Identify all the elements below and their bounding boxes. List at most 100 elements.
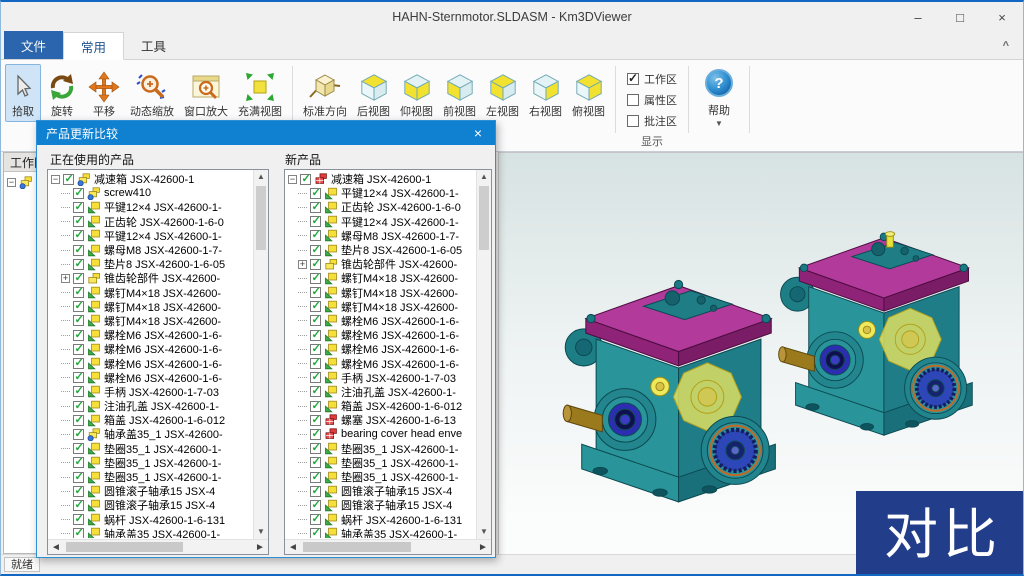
tree-item[interactable]: ✓ 圆锥滚子轴承15 JSX-4 [51, 498, 252, 512]
scrollbar-thumb[interactable] [66, 542, 183, 552]
tool-pan-button[interactable]: 平移 [83, 64, 125, 122]
checkbox[interactable]: ✓ [73, 457, 84, 468]
tree-item[interactable]: ✓ 垫圈35_1 JSX-42600-1- [51, 442, 252, 456]
tool-zoom-window-button[interactable]: 窗口放大 [179, 64, 233, 122]
close-icon[interactable]: × [981, 2, 1023, 32]
tree-item[interactable]: ✓ 螺栓M6 JSX-42600-1-6- [51, 328, 252, 342]
checkbox[interactable]: ✓ [73, 372, 84, 383]
checkbox[interactable]: ✓ [73, 472, 84, 483]
checkbox[interactable]: ✓ [310, 259, 321, 270]
tree-item[interactable]: ✓ 螺钉M4×18 JSX-42600- [288, 286, 475, 300]
checkbox[interactable]: ✓ [310, 457, 321, 468]
tool-cube-right-button[interactable]: 右视图 [524, 64, 567, 122]
tree-item[interactable]: ✓ screw410 [51, 186, 252, 200]
tree-item[interactable]: ✓ 平键12×4 JSX-42600-1- [51, 200, 252, 214]
tree-item[interactable]: ✓ 注油孔盖 JSX-42600-1- [51, 399, 252, 413]
checkbox[interactable]: ✓ [73, 315, 84, 326]
checkbox[interactable]: ✓ [73, 301, 84, 312]
scrollbar-thumb[interactable] [303, 542, 411, 552]
tree-item[interactable]: ✓ 蜗杆 JSX-42600-1-6-131 [51, 513, 252, 527]
tree-item[interactable]: ✓ 螺栓M6 JSX-42600-1-6- [51, 371, 252, 385]
tool-cursor-button[interactable]: 拾取 [5, 64, 41, 122]
checkbox[interactable]: ✓ [73, 202, 84, 213]
checkbox[interactable]: ✓ [310, 330, 321, 341]
tree-item[interactable]: ✓ 平键12×4 JSX-42600-1- [288, 186, 475, 200]
tree-item[interactable]: ✓ 螺塞 JSX-42600-1-6-13 [288, 413, 475, 427]
checkbox[interactable]: ✓ [310, 230, 321, 241]
expander-icon[interactable]: + [61, 274, 70, 283]
dialog-title-bar[interactable]: 产品更新比较 × [37, 121, 495, 145]
scroll-left-icon[interactable]: ◄ [48, 542, 64, 553]
scroll-down-icon[interactable]: ▼ [477, 525, 491, 539]
tree-item[interactable]: ✓ 平键12×4 JSX-42600-1- [51, 229, 252, 243]
checkbox[interactable]: ✓ [73, 344, 84, 355]
gearbox-model-left[interactable] [563, 280, 775, 501]
vertical-scrollbar[interactable]: ▲ ▼ [476, 170, 491, 539]
checkbox[interactable]: ✓ [73, 287, 84, 298]
tree-item[interactable]: −✓ 减速箱 JSX-42600-1 [51, 172, 252, 186]
tree-item[interactable]: ✓ 手柄 JSX-42600-1-7-03 [51, 385, 252, 399]
checkbox[interactable]: ✓ [310, 315, 321, 326]
tree-item[interactable]: ✓ 轴承盖35_1 JSX-42600- [51, 427, 252, 441]
scrollbar-track[interactable] [64, 540, 252, 554]
checkbox[interactable]: ✓ [73, 273, 84, 284]
tree-item[interactable]: +✓ 锥齿轮部件 JSX-42600- [51, 271, 252, 285]
checkbox[interactable]: ✓ [310, 372, 321, 383]
checkbox[interactable]: ✓ [310, 202, 321, 213]
scroll-up-icon[interactable]: ▲ [477, 170, 491, 184]
checkbox[interactable] [627, 115, 639, 127]
tree-item[interactable]: ✓ 螺栓M6 JSX-42600-1-6- [51, 356, 252, 370]
ribbon-collapse-icon[interactable]: ^ [1003, 40, 1009, 52]
tree-item[interactable]: ✓ 螺栓M6 JSX-42600-1-6- [288, 342, 475, 356]
checkbox[interactable]: ✓ [73, 188, 84, 199]
tree-item[interactable]: +✓ 锥齿轮部件 JSX-42600- [288, 257, 475, 271]
checkbox[interactable]: ✓ [73, 230, 84, 241]
tab-file[interactable]: 文件 [4, 31, 63, 59]
checkbox[interactable]: ✓ [310, 301, 321, 312]
scroll-right-icon[interactable]: ► [475, 542, 491, 553]
checkbox[interactable]: ✓ [310, 344, 321, 355]
checkbox[interactable]: ✓ [310, 273, 321, 284]
checkbox[interactable]: ✓ [73, 514, 84, 525]
minimize-icon[interactable]: – [897, 2, 939, 32]
vertical-scrollbar[interactable]: ▲ ▼ [253, 170, 268, 539]
tree-item[interactable]: ✓ 手柄 JSX-42600-1-7-03 [288, 371, 475, 385]
checkbox[interactable]: ✓ [310, 443, 321, 454]
checkbox[interactable]: ✓ [310, 287, 321, 298]
checkbox[interactable]: ✓ [310, 188, 321, 199]
tree-item[interactable]: ✓ 垫圈35_1 JSX-42600-1- [51, 456, 252, 470]
checkbox[interactable]: ✓ [310, 358, 321, 369]
checkbox[interactable]: ✓ [73, 386, 84, 397]
horizontal-scrollbar[interactable]: ◄ ► [48, 539, 268, 554]
gearbox-model-right[interactable] [779, 233, 973, 435]
scrollbar-thumb[interactable] [256, 186, 266, 250]
maximize-icon[interactable]: □ [939, 2, 981, 32]
scrollbar-thumb[interactable] [479, 186, 489, 250]
tree-item[interactable]: ✓ 圆锥滚子轴承15 JSX-4 [51, 484, 252, 498]
checkbox[interactable]: ✓ [73, 415, 84, 426]
tree-item[interactable]: ✓ 螺钉M4×18 JSX-42600- [288, 300, 475, 314]
tool-cube-front-button[interactable]: 前视图 [438, 64, 481, 122]
tree-item[interactable]: ✓ 螺钉M4×18 JSX-42600- [288, 271, 475, 285]
checkbox[interactable]: ✓ [73, 358, 84, 369]
horizontal-scrollbar[interactable]: ◄ ► [285, 539, 491, 554]
tree-item[interactable]: ✓ 轴承盖35 JSX-42600-1- [288, 527, 475, 538]
checkbox[interactable]: ✓ [73, 259, 84, 270]
checkbox[interactable]: ✓ [73, 500, 84, 511]
tree-item[interactable]: ✓ 垫圈35_1 JSX-42600-1- [288, 456, 475, 470]
tree-item[interactable]: ✓ 螺母M8 JSX-42600-1-7- [288, 229, 475, 243]
tree-item[interactable]: ✓ 垫圈35_1 JSX-42600-1- [288, 470, 475, 484]
checkbox[interactable]: ✓ [310, 514, 321, 525]
tool-fit-view-button[interactable]: 充满视图 [233, 64, 287, 122]
checkbox[interactable]: ✓ [310, 386, 321, 397]
checkbox[interactable]: ✓ [310, 216, 321, 227]
tree-item[interactable]: ✓ 螺栓M6 JSX-42600-1-6- [288, 314, 475, 328]
tree-item[interactable]: ✓ 轴承盖35 JSX-42600-1- [51, 527, 252, 538]
tool-rotate-button[interactable]: 旋转 [41, 64, 83, 122]
tree-item[interactable]: ✓ 螺母M8 JSX-42600-1-7- [51, 243, 252, 257]
checkbox[interactable]: ✓ [73, 245, 84, 256]
tree-item[interactable]: ✓ 垫圈35_1 JSX-42600-1- [288, 442, 475, 456]
checkbox[interactable]: ✓ [310, 429, 321, 440]
checkbox[interactable] [627, 94, 639, 106]
tree-item[interactable]: ✓ bearing cover head enve [288, 427, 475, 441]
